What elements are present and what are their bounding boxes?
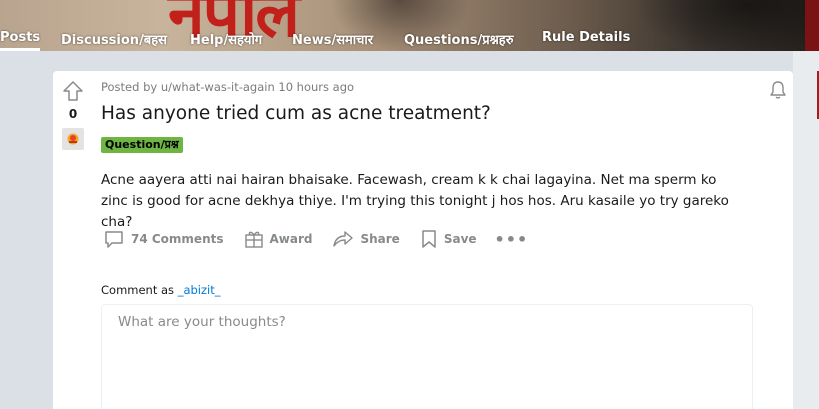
more-options-icon[interactable]: ••• — [495, 230, 529, 249]
share-button[interactable]: Share — [332, 229, 400, 249]
share-icon — [333, 231, 354, 247]
sidebar-edge — [793, 51, 819, 409]
comment-as-line: Comment as _abizit_ — [101, 283, 221, 297]
post-actions: 74 Comments Award Share Save ••• — [103, 226, 528, 252]
award-button[interactable]: Award — [244, 229, 313, 249]
comment-username-link[interactable]: _abizit_ — [178, 283, 221, 297]
comments-label: 74 Comments — [131, 232, 224, 246]
save-button[interactable]: Save — [420, 229, 477, 249]
tab-discussion[interactable]: Discussion/बहस — [61, 30, 167, 48]
comment-as-label: Comment as — [101, 283, 175, 297]
user-flair-icon — [62, 128, 84, 150]
tab-news[interactable]: News/समाचार — [292, 30, 373, 48]
bookmark-icon — [422, 230, 436, 248]
award-icon — [244, 231, 263, 248]
tab-rule-details[interactable]: Rule Details — [542, 30, 630, 45]
share-label: Share — [360, 232, 400, 246]
comment-editor — [101, 304, 753, 409]
tab-posts[interactable]: Posts — [0, 30, 41, 51]
subreddit-nav: Posts Discussion/बहस Help/सहयोग News/समा… — [0, 26, 819, 51]
comments-button[interactable]: 74 Comments — [103, 229, 224, 249]
post-title[interactable]: Has anyone tried cum as acne treatment? — [101, 103, 491, 124]
comment-input[interactable] — [102, 305, 752, 409]
post-meta: Posted by u/what-was-it-again 10 hours a… — [101, 80, 355, 94]
upvote-arrow-icon[interactable] — [62, 80, 84, 102]
post-body: Acne aayera atti nai hairan bhaisake. Fa… — [101, 172, 729, 230]
subreddit-banner: नेपाल Posts Discussion/बहस Help/सहयोग Ne… — [0, 0, 819, 51]
vote-column: 0 — [53, 71, 93, 409]
tab-help[interactable]: Help/सहयोग — [190, 30, 262, 48]
comment-icon — [105, 231, 123, 248]
tab-questions[interactable]: Questions/प्रश्नहरु — [404, 30, 513, 48]
save-label: Save — [443, 232, 477, 246]
vote-count: 0 — [68, 107, 78, 121]
post-flair[interactable]: Question/प्रश्न — [101, 137, 183, 153]
post-card: 0 Posted by u/what-was-it-again 10 hours… — [53, 71, 793, 409]
award-label: Award — [269, 232, 313, 246]
notification-bell-icon[interactable] — [767, 79, 789, 101]
